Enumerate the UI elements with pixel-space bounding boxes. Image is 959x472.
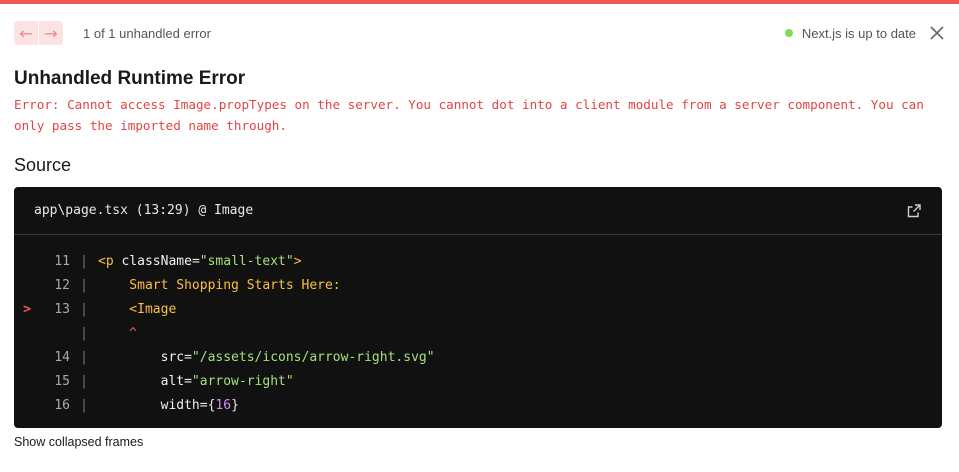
code-token: "arrow-right" bbox=[191, 373, 294, 389]
code-token: alt bbox=[98, 373, 185, 389]
code-text: Smart Shopping Starts Here: bbox=[98, 277, 341, 293]
code-token: width bbox=[98, 397, 200, 413]
code-text: width={16} bbox=[98, 398, 239, 413]
line-gutter: | bbox=[80, 397, 88, 413]
line-number: 16 bbox=[54, 397, 70, 413]
code-token: <p bbox=[98, 253, 122, 269]
code-token: ={ bbox=[199, 397, 216, 413]
line-number: 14 bbox=[54, 349, 70, 365]
code-text: alt="arrow-right" bbox=[98, 374, 294, 389]
error-title: Unhandled Runtime Error bbox=[14, 68, 246, 89]
line-gutter: | bbox=[80, 349, 88, 365]
line-number: 12 bbox=[54, 277, 70, 293]
version-status: Next.js is up to date bbox=[801, 25, 916, 41]
status-dot-icon bbox=[784, 29, 793, 37]
code-text: src="/assets/icons/arrow-right.svg" bbox=[98, 350, 435, 365]
code-token: src bbox=[98, 349, 185, 365]
arrow-left-icon: ← bbox=[19, 23, 33, 43]
next-error-button[interactable]: → bbox=[39, 21, 63, 45]
code-token: className bbox=[121, 253, 192, 269]
code-text: ^ bbox=[98, 326, 137, 341]
line-gutter: | bbox=[80, 301, 88, 317]
show-collapsed-frames-button[interactable]: Show collapsed frames bbox=[14, 435, 143, 449]
error-count: 1 of 1 unhandled error bbox=[83, 25, 211, 41]
code-token: <Image bbox=[98, 301, 177, 317]
code-line: 12 | Smart Shopping Starts Here: bbox=[14, 273, 942, 297]
code-token: 16 bbox=[215, 397, 232, 413]
code-line: 11 | <p className="small-text"> bbox=[14, 249, 942, 273]
line-gutter: | bbox=[80, 253, 88, 269]
close-button[interactable] bbox=[928, 24, 946, 42]
code-line: 16 | width={16} bbox=[14, 393, 942, 417]
code-token: > bbox=[293, 253, 302, 269]
code-frame: app\page.tsx (13:29) @ Image 11 | <p class… bbox=[14, 187, 942, 428]
code-lines: 11 | <p className="small-text"> 12 | Smart S… bbox=[14, 235, 942, 417]
close-icon bbox=[930, 26, 944, 40]
code-line: 15 | alt="arrow-right" bbox=[14, 369, 942, 393]
error-overlay-header: ← → 1 of 1 unhandled error Next.js is up… bbox=[14, 20, 946, 46]
line-number: 15 bbox=[54, 373, 70, 389]
code-token: "small-text" bbox=[199, 253, 294, 269]
code-token: ^ bbox=[98, 325, 138, 341]
code-file-bar: app\page.tsx (13:29) @ Image bbox=[14, 187, 942, 235]
arrow-right-icon: → bbox=[44, 23, 58, 43]
error-line-marker-icon: > bbox=[23, 301, 31, 317]
external-link-icon[interactable] bbox=[906, 203, 922, 219]
error-accent-bar bbox=[0, 0, 959, 4]
line-number: 11 bbox=[54, 253, 70, 269]
code-line: | ^ bbox=[14, 321, 942, 345]
code-token: } bbox=[231, 397, 239, 413]
source-heading: Source bbox=[14, 155, 72, 175]
previous-error-button[interactable]: ← bbox=[14, 21, 38, 45]
line-gutter: | bbox=[80, 325, 88, 341]
line-number: 13 bbox=[54, 301, 70, 317]
error-message: Error: Cannot access Image.propTypes on … bbox=[14, 97, 924, 133]
code-text: <p className="small-text"> bbox=[98, 254, 302, 269]
source-file-link[interactable]: app\page.tsx (13:29) @ Image bbox=[34, 203, 253, 218]
code-line: >13 | <Image bbox=[14, 297, 942, 321]
code-token: = bbox=[184, 373, 192, 389]
code-text: <Image bbox=[98, 302, 176, 317]
code-token: "/assets/icons/arrow-right.svg" bbox=[191, 349, 435, 365]
code-token: = bbox=[191, 253, 200, 269]
line-gutter: | bbox=[80, 373, 88, 389]
code-line: 14 | src="/assets/icons/arrow-right.svg" bbox=[14, 345, 942, 369]
code-token: Smart Shopping Starts Here: bbox=[98, 277, 341, 293]
line-gutter: | bbox=[80, 277, 88, 293]
code-token: = bbox=[184, 349, 192, 365]
